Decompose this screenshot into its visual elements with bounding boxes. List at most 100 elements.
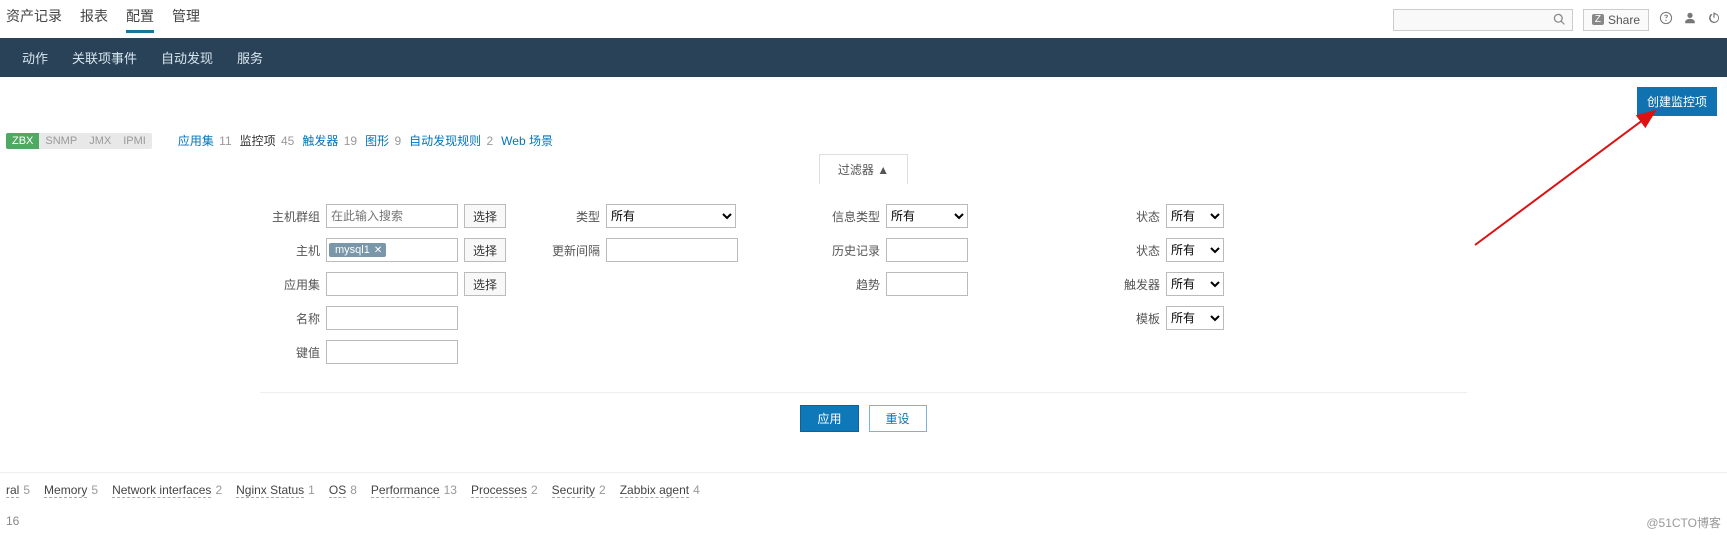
filter-trend: 趋势 [820,272,1080,296]
filter-state: 状态 所有 [1100,238,1320,262]
share-button[interactable]: Z Share [1583,9,1649,31]
key-input[interactable] [326,340,458,364]
cat-performance[interactable]: Performance13 [371,483,457,498]
jmx-badge: JMX [83,133,117,149]
filter-template: 模板 所有 [1100,306,1320,330]
filter-toggle-button[interactable]: 过滤器 ▲ [819,154,908,184]
cat-nginx[interactable]: Nginx Status1 [236,483,315,498]
cat-ral[interactable]: ral5 [6,483,30,498]
bottom-count: 16 [6,514,19,531]
appset-select-button[interactable]: 选择 [464,272,506,296]
bottom-line: 16 @51CTO博客 [0,508,1727,537]
top-right: Z Share [1393,9,1721,31]
status-label: 状态 [1100,208,1160,225]
category-stats: ral5 Memory5 Network interfaces2 Nginx S… [0,472,1727,508]
interval-label: 更新间隔 [540,242,600,259]
filter-interval: 更新间隔 [540,238,800,262]
top-menu-asset[interactable]: 资产记录 [6,6,62,33]
global-search[interactable] [1393,9,1573,31]
cat-zabbix-agent[interactable]: Zabbix agent4 [620,483,700,498]
zbx-badge: ZBX [6,133,39,149]
power-icon[interactable] [1707,11,1721,28]
filter-type: 类型 所有 [540,204,800,228]
reset-button[interactable]: 重设 [869,405,927,432]
host-label: 主机 [260,242,320,259]
status-select[interactable]: 所有 [1166,204,1224,228]
cat-security[interactable]: Security2 [552,483,606,498]
filter-panel: 主机群组 选择 类型 所有 信息类型 所有 状态 所有 主机 mysql1✕ 选… [0,184,1727,442]
appset-label: 应用集 [260,276,320,293]
filter-name: 名称 [260,306,520,330]
sub-nav: 动作 关联项事件 自动发现 服务 [0,38,1727,77]
template-select[interactable]: 所有 [1166,306,1224,330]
create-item-button[interactable]: 创建监控项 [1637,87,1717,116]
apply-button[interactable]: 应用 [800,405,858,432]
tab-graphs[interactable]: 图形 9 [365,132,401,149]
tab-items[interactable]: 监控项 45 [240,132,295,149]
type-select[interactable]: 所有 [606,204,736,228]
trigger-label: 触发器 [1100,276,1160,293]
subnav-correlation[interactable]: 关联项事件 [60,38,149,77]
tab-applications[interactable]: 应用集 11 [178,132,232,149]
filter-infotype: 信息类型 所有 [820,204,1080,228]
appset-input[interactable] [326,272,458,296]
top-menu-admin[interactable]: 管理 [172,6,200,33]
infotype-select[interactable]: 所有 [886,204,968,228]
top-menu-report[interactable]: 报表 [80,6,108,33]
filter-status: 状态 所有 [1100,204,1320,228]
interval-input[interactable] [606,238,738,262]
history-label: 历史记录 [820,242,880,259]
name-input[interactable] [326,306,458,330]
snmp-badge: SNMP [39,133,83,149]
filter-key: 键值 [260,340,520,364]
top-nav: 资产记录 报表 配置 管理 Z Share [0,0,1727,38]
tab-triggers[interactable]: 触发器 19 [302,132,357,149]
name-label: 名称 [260,310,320,327]
filter-toggle: 过滤器 ▲ [0,154,1727,184]
top-menu: 资产记录 报表 配置 管理 [6,6,200,33]
top-menu-config[interactable]: 配置 [126,6,154,33]
host-input[interactable]: mysql1✕ [326,238,458,262]
hostgroup-select-button[interactable]: 选择 [464,204,506,228]
help-icon[interactable] [1659,11,1673,28]
subnav-action[interactable]: 动作 [10,38,60,77]
state-label: 状态 [1100,242,1160,259]
tab-discovery-rules[interactable]: 自动发现规则 2 [409,132,493,149]
watermark: @51CTO博客 [1646,514,1721,531]
filter-host: 主机 mysql1✕ 选择 [260,238,520,262]
history-input[interactable] [886,238,968,262]
type-label: 类型 [540,208,600,225]
user-icon[interactable] [1683,11,1697,28]
filter-appset: 应用集 选择 [260,272,520,296]
cat-network[interactable]: Network interfaces2 [112,483,222,498]
filter-history: 历史记录 [820,238,1080,262]
cat-memory[interactable]: Memory5 [44,483,98,498]
trigger-select[interactable]: 所有 [1166,272,1224,296]
cat-os[interactable]: OS8 [329,483,357,498]
key-label: 键值 [260,344,320,361]
trend-label: 趋势 [820,276,880,293]
subnav-services[interactable]: 服务 [225,38,275,77]
host-tag-remove-icon[interactable]: ✕ [374,245,382,256]
template-label: 模板 [1100,310,1160,327]
interface-badges: ZBX SNMP JMX IPMI [6,133,152,149]
share-label: Share [1608,13,1640,27]
search-icon [1553,13,1566,26]
filter-trigger: 触发器 所有 [1100,272,1320,296]
hostgroup-label: 主机群组 [260,208,320,225]
host-select-button[interactable]: 选择 [464,238,506,262]
filter-hostgroup: 主机群组 选择 [260,204,520,228]
host-tag-chip: mysql1✕ [329,243,386,257]
cat-processes[interactable]: Processes2 [471,483,538,498]
host-type-row: ZBX SNMP JMX IPMI 应用集 11 监控项 45 触发器 19 图… [0,126,1727,156]
ipmi-badge: IPMI [117,133,152,149]
subnav-discovery[interactable]: 自动发现 [149,38,225,77]
z-icon: Z [1592,14,1604,25]
filter-actions: 应用 重设 [260,392,1467,432]
state-select[interactable]: 所有 [1166,238,1224,262]
tab-web-scenarios[interactable]: Web 场景 [501,132,553,149]
toolbar: 创建监控项 [0,77,1727,126]
trend-input[interactable] [886,272,968,296]
hostgroup-input[interactable] [326,204,458,228]
infotype-label: 信息类型 [820,208,880,225]
